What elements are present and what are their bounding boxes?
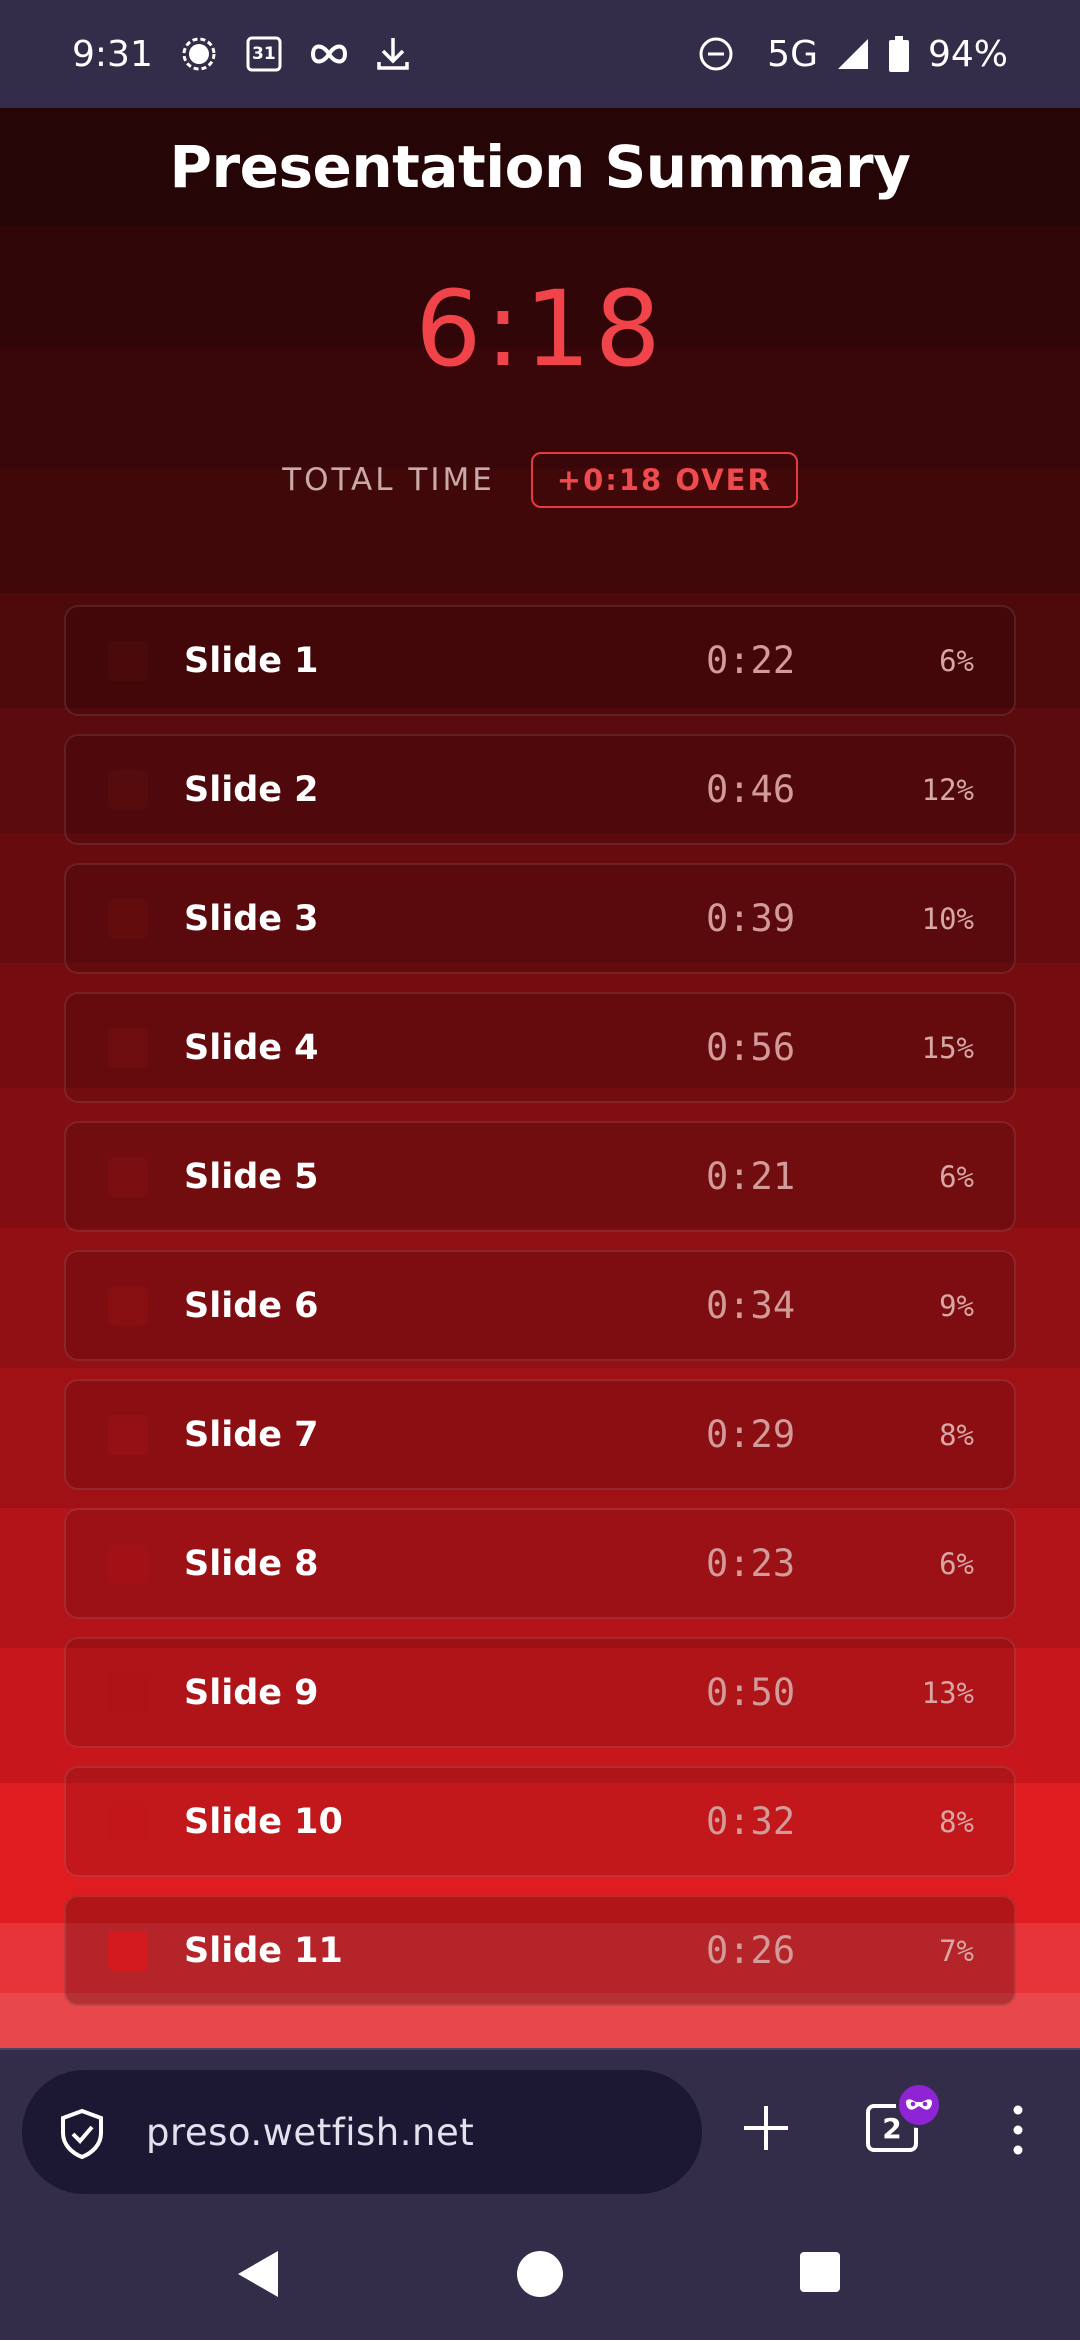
slide-name: Slide 4 xyxy=(184,1027,319,1068)
battery-icon xyxy=(888,36,910,72)
slide-duration: 0:32 xyxy=(706,1800,796,1843)
slide-duration: 0:26 xyxy=(706,1929,796,1972)
calendar-icon: 31 xyxy=(245,35,283,73)
slide-duration: 0:50 xyxy=(706,1671,796,1714)
slide-name: Slide 10 xyxy=(184,1801,343,1842)
total-time-label: TOTAL TIME xyxy=(282,462,495,498)
slide-color-swatch xyxy=(108,1930,148,1971)
slide-percent: 8% xyxy=(939,1417,974,1452)
slide-color-swatch xyxy=(108,769,148,810)
slide-duration: 0:23 xyxy=(706,1542,796,1585)
home-button[interactable] xyxy=(514,2248,566,2304)
more-vertical-icon xyxy=(1013,2105,1023,2155)
slide-duration: 0:56 xyxy=(706,1026,796,1069)
slide-color-swatch xyxy=(108,1027,148,1068)
back-button[interactable] xyxy=(234,2248,284,2304)
slide-row[interactable]: Slide 4 0:56 15% xyxy=(64,992,1016,1103)
system-nav-bar xyxy=(0,2208,1080,2340)
infinity-icon xyxy=(309,42,349,66)
slide-color-swatch xyxy=(108,1672,148,1713)
slide-row[interactable]: Slide 9 0:50 13% xyxy=(64,1637,1016,1748)
slide-duration: 0:21 xyxy=(706,1155,796,1198)
slide-row[interactable]: Slide 3 0:39 10% xyxy=(64,863,1016,974)
slide-name: Slide 5 xyxy=(184,1156,319,1197)
slide-percent: 7% xyxy=(939,1933,974,1968)
signal-chat-icon xyxy=(179,34,219,74)
slide-percent: 12% xyxy=(921,772,974,807)
url-text[interactable]: preso.wetfish.net xyxy=(146,2111,474,2154)
slide-duration: 0:22 xyxy=(706,639,796,682)
page-title: Presentation Summary xyxy=(169,133,911,201)
battery-percent: 94% xyxy=(927,33,1008,75)
address-bar[interactable]: preso.wetfish.net xyxy=(22,2070,702,2194)
slide-duration: 0:39 xyxy=(706,897,796,940)
slide-name: Slide 1 xyxy=(184,640,319,681)
slide-row[interactable]: Slide 7 0:29 8% xyxy=(64,1379,1016,1490)
slide-name: Slide 3 xyxy=(184,898,319,939)
recents-square-icon xyxy=(800,2252,840,2292)
slide-duration: 0:29 xyxy=(706,1413,796,1456)
slide-color-swatch xyxy=(108,1543,148,1584)
status-left: 9:31 31 xyxy=(72,34,411,75)
slide-percent: 6% xyxy=(939,1159,974,1194)
slide-row[interactable]: Slide 1 0:22 6% xyxy=(64,605,1016,716)
network-type: 5G xyxy=(767,33,818,75)
shield-check-icon[interactable] xyxy=(58,2108,106,2164)
presentation-summary-page: Presentation Summary 6:18 TOTAL TIME +0:… xyxy=(0,108,1080,2048)
slide-color-swatch xyxy=(108,1414,148,1455)
slide-row[interactable]: Slide 6 0:34 9% xyxy=(64,1250,1016,1361)
slide-color-swatch xyxy=(108,1801,148,1842)
cell-signal-icon xyxy=(836,37,870,71)
slide-name: Slide 8 xyxy=(184,1543,319,1584)
slide-percent: 6% xyxy=(939,643,974,678)
download-icon xyxy=(375,34,411,74)
slide-name: Slide 6 xyxy=(184,1285,319,1326)
slide-row[interactable]: Slide 2 0:46 12% xyxy=(64,734,1016,845)
status-time: 9:31 xyxy=(72,33,153,75)
back-triangle-icon xyxy=(238,2251,278,2297)
new-tab-button[interactable] xyxy=(738,2100,794,2156)
slide-duration: 0:46 xyxy=(706,768,796,811)
slide-percent: 10% xyxy=(921,901,974,936)
header: Presentation Summary xyxy=(0,108,1080,226)
slide-percent: 9% xyxy=(939,1288,974,1323)
calendar-day: 31 xyxy=(252,44,276,64)
slide-row[interactable]: Slide 5 0:21 6% xyxy=(64,1121,1016,1232)
private-mask-icon xyxy=(896,2082,942,2128)
slide-row[interactable]: Slide 11 0:26 7% xyxy=(64,1895,1016,2006)
slide-color-swatch xyxy=(108,1156,148,1197)
status-right: 5G 94% xyxy=(697,34,1008,75)
status-bar: 9:31 31 5G 94% xyxy=(0,0,1080,108)
slide-percent: 13% xyxy=(921,1675,974,1710)
total-time-row: TOTAL TIME +0:18 OVER xyxy=(0,452,1080,508)
do-not-disturb-icon xyxy=(697,35,735,73)
slide-name: Slide 7 xyxy=(184,1414,319,1455)
slide-row[interactable]: Slide 8 0:23 6% xyxy=(64,1508,1016,1619)
slide-duration: 0:34 xyxy=(706,1284,796,1327)
slide-color-swatch xyxy=(108,640,148,681)
slide-row[interactable]: Slide 10 0:32 8% xyxy=(64,1766,1016,1877)
slide-percent: 8% xyxy=(939,1804,974,1839)
slide-color-swatch xyxy=(108,898,148,939)
slide-name: Slide 9 xyxy=(184,1672,319,1713)
browser-toolbar: preso.wetfish.net 2 xyxy=(0,2048,1080,2208)
menu-button[interactable] xyxy=(1000,2100,1036,2160)
slide-percent: 15% xyxy=(921,1030,974,1065)
home-circle-icon xyxy=(517,2251,563,2297)
slide-percent: 6% xyxy=(939,1546,974,1581)
plus-icon xyxy=(744,2106,788,2150)
total-time-display: 6:18 xyxy=(415,268,665,390)
recents-button[interactable] xyxy=(798,2250,842,2298)
slide-name: Slide 11 xyxy=(184,1930,343,1971)
slide-color-swatch xyxy=(108,1285,148,1326)
slide-name: Slide 2 xyxy=(184,769,319,810)
overtime-badge: +0:18 OVER xyxy=(530,452,798,508)
